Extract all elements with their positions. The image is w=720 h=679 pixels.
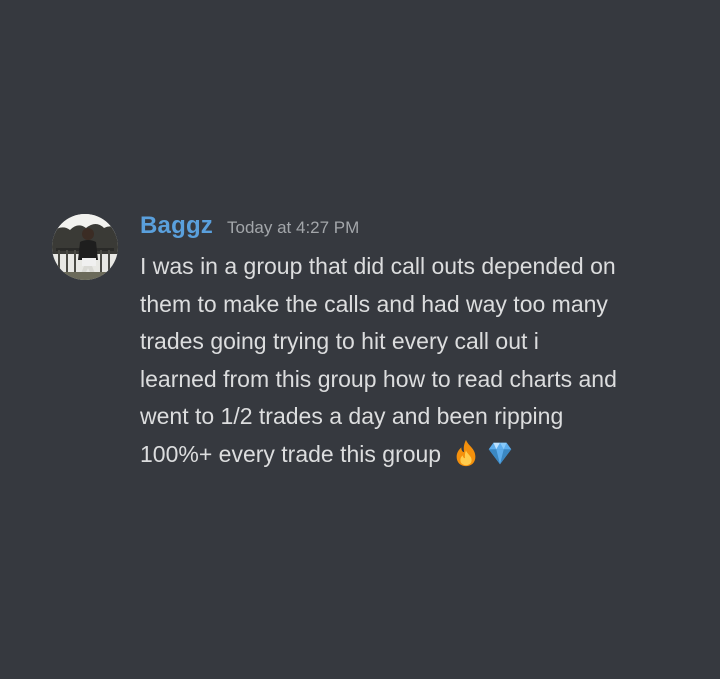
fire-emoji-icon [456,439,476,467]
gem-emoji-icon [488,442,512,465]
message-content: Baggz Today at 4:27 PM I was in a group … [140,212,692,474]
message-line: trades going trying to hit every call ou… [140,328,539,355]
message-text: I was in a group that did call outs depe… [140,248,692,474]
avatar[interactable] [52,214,118,280]
username[interactable]: Baggz [140,212,213,240]
avatar-photo [52,214,118,280]
timestamp: Today at 4:27 PM [227,218,360,237]
message-line: 100%+ every trade this group [140,440,442,467]
message-line-last: 100%+ every trade this group [140,436,692,474]
message-line: went to 1/2 trades a day and been rippin… [140,403,564,430]
message-line: learned from this group how to read char… [140,365,617,392]
message-header: Baggz Today at 4:27 PM [140,212,692,248]
message-line: them to make the calls and had way too m… [140,290,608,317]
message-line: I was in a group that did call outs depe… [140,253,616,279]
